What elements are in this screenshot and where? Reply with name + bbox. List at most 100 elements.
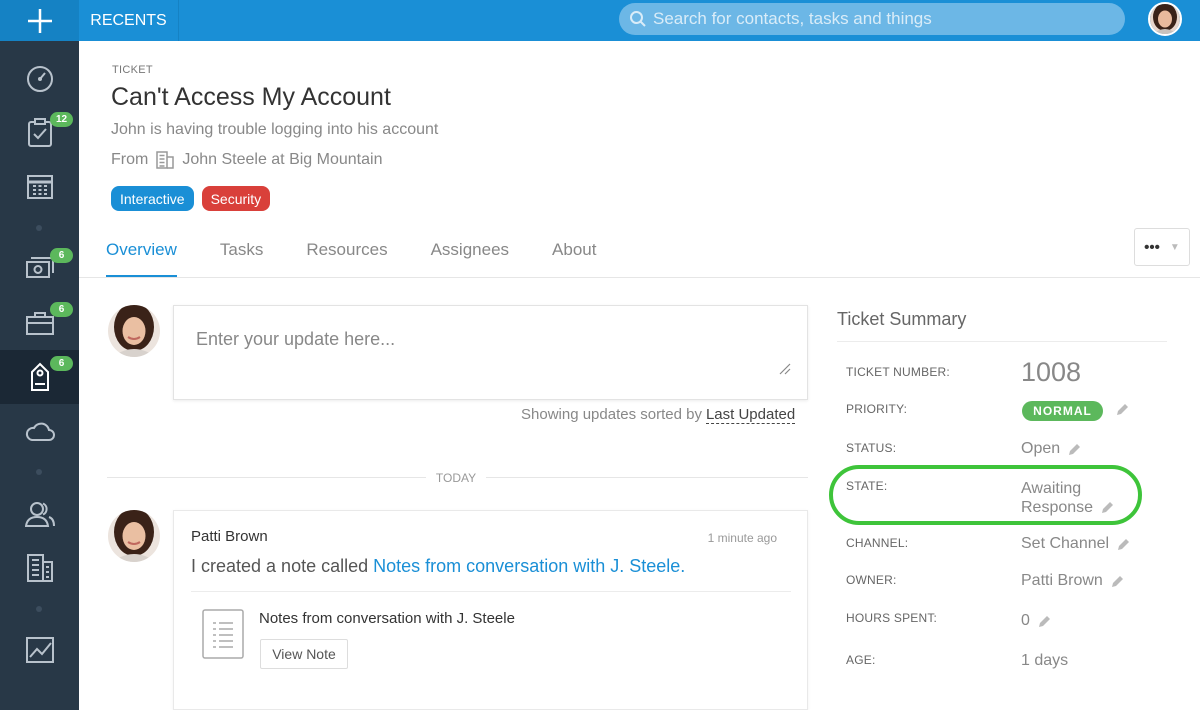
age-value: 1 days: [1021, 652, 1069, 669]
top-bar: RECENTS Search for contacts, tasks and t…: [0, 0, 1200, 41]
gauge-icon: [26, 66, 53, 92]
status-label: STATUS:: [846, 441, 897, 455]
update-input[interactable]: Enter your update here...: [173, 305, 808, 400]
building-icon: [156, 151, 175, 169]
cloud-icon: [25, 422, 55, 441]
sidebar-item-projects[interactable]: 6: [0, 296, 79, 350]
recents-button[interactable]: RECENTS: [79, 0, 179, 41]
sidebar-item-tickets[interactable]: 6: [0, 350, 79, 404]
tabs-divider: [79, 277, 1200, 278]
summary-title: Ticket Summary: [837, 309, 967, 329]
from-contact-link[interactable]: John Steele at Big Mountain: [182, 151, 382, 169]
sidebar-item-dashboard[interactable]: [0, 52, 79, 106]
owner-value: Patti Brown: [1021, 572, 1103, 589]
author-avatar[interactable]: [108, 510, 160, 562]
ticket-description: John is having trouble logging into his …: [111, 121, 439, 138]
status-value-row[interactable]: Open: [1021, 440, 1081, 458]
feed-item: Patti Brown 1 minute ago I created a not…: [173, 510, 808, 710]
pencil-icon[interactable]: [1038, 615, 1051, 628]
search-input[interactable]: Search for contacts, tasks and things: [619, 3, 1125, 35]
building-icon: [26, 554, 53, 582]
priority-badge[interactable]: NORMAL: [1022, 401, 1103, 421]
priority-label: PRIORITY:: [846, 402, 908, 416]
resize-handle-icon[interactable]: [779, 363, 791, 375]
day-label: TODAY: [426, 467, 486, 488]
pencil-icon[interactable]: [1111, 575, 1124, 588]
sort-dropdown[interactable]: Last Updated: [705, 406, 796, 424]
projects-count-badge: 6: [50, 302, 73, 317]
ticket-number-value: 1008: [1021, 357, 1082, 387]
composer-avatar: [108, 305, 160, 357]
user-avatar[interactable]: [1148, 2, 1182, 36]
sidebar-separator: [36, 606, 42, 612]
money-count-badge: 6: [50, 248, 73, 263]
status-value: Open: [1021, 440, 1061, 457]
tag-icon: [30, 362, 49, 391]
ticket-from: From John Steele at Big Mountain: [111, 151, 382, 169]
feed-text-prefix: I created a note called: [191, 556, 369, 576]
pencil-icon[interactable]: [1117, 538, 1130, 551]
chevron-down-icon: ▼: [1169, 241, 1180, 253]
search-icon: [630, 11, 646, 27]
channel-value-row[interactable]: Set Channel: [1021, 535, 1130, 553]
ticket-eyebrow: TICKET: [112, 64, 153, 76]
tab-bar: Overview Tasks Resources Assignees About: [106, 240, 639, 278]
channel-value: Set Channel: [1021, 535, 1110, 552]
people-icon: [24, 502, 55, 527]
ticket-tags: Interactive Security: [111, 186, 271, 211]
note-link[interactable]: Notes from conversation with J. Steele.: [373, 556, 685, 576]
add-button[interactable]: [0, 0, 79, 41]
tab-about[interactable]: About: [552, 240, 596, 278]
tasks-count-badge: 12: [50, 112, 73, 127]
from-label: From: [111, 151, 149, 168]
feed-text: I created a note called Notes from conve…: [191, 556, 685, 577]
tab-assignees[interactable]: Assignees: [431, 240, 509, 278]
more-actions-button[interactable]: ••• ▼: [1134, 228, 1190, 266]
sidebar-item-money[interactable]: 6: [0, 242, 79, 296]
tickets-count-badge: 6: [50, 356, 73, 371]
state-highlight-circle: [829, 465, 1142, 525]
pencil-icon[interactable]: [1068, 443, 1081, 456]
sidebar-item-companies[interactable]: [0, 541, 79, 595]
hours-spent-value: 0: [1021, 612, 1030, 629]
age-label: AGE:: [846, 653, 876, 667]
update-placeholder: Enter your update here...: [196, 329, 396, 349]
plus-icon: [27, 8, 52, 33]
sort-label: Showing updates sorted by: [521, 406, 702, 423]
tag-interactive[interactable]: Interactive: [111, 186, 194, 211]
sidebar-item-calendar[interactable]: [0, 160, 79, 214]
sidebar-item-tasks[interactable]: 12: [0, 106, 79, 160]
sidebar: 12 6 6 6: [0, 41, 79, 710]
feed-divider: [191, 591, 791, 592]
tab-resources[interactable]: Resources: [306, 240, 387, 278]
tab-overview[interactable]: Overview: [106, 240, 177, 278]
tab-tasks[interactable]: Tasks: [220, 240, 263, 278]
ticket-number-label: TICKET NUMBER:: [846, 365, 950, 379]
sidebar-item-cloud[interactable]: [0, 404, 79, 458]
sidebar-item-contacts[interactable]: [0, 487, 79, 541]
search-placeholder: Search for contacts, tasks and things: [653, 9, 932, 28]
document-icon: [202, 609, 244, 659]
page-title: Can't Access My Account: [111, 83, 391, 111]
summary-divider: [837, 341, 1167, 342]
sidebar-item-reports[interactable]: [0, 623, 79, 677]
money-icon: [25, 257, 54, 278]
calendar-icon: [26, 175, 53, 199]
tag-security[interactable]: Security: [201, 186, 271, 211]
owner-label: OWNER:: [846, 573, 897, 587]
view-note-button[interactable]: View Note: [260, 639, 348, 669]
hours-spent-label: HOURS SPENT:: [846, 611, 938, 625]
pencil-icon[interactable]: [1116, 403, 1129, 416]
channel-label: CHANNEL:: [846, 536, 909, 550]
clipboard-check-icon: [27, 118, 52, 147]
hours-spent-row[interactable]: 0: [1021, 612, 1051, 630]
sidebar-separator: [36, 469, 42, 475]
chart-icon: [25, 637, 54, 663]
note-title: Notes from conversation with J. Steele: [259, 610, 515, 627]
sidebar-separator: [36, 225, 42, 231]
feed-timestamp: 1 minute ago: [707, 531, 777, 545]
briefcase-icon: [25, 312, 54, 335]
more-dots: •••: [1144, 238, 1160, 256]
feed-author[interactable]: Patti Brown: [191, 528, 268, 545]
owner-value-row[interactable]: Patti Brown: [1021, 572, 1124, 590]
